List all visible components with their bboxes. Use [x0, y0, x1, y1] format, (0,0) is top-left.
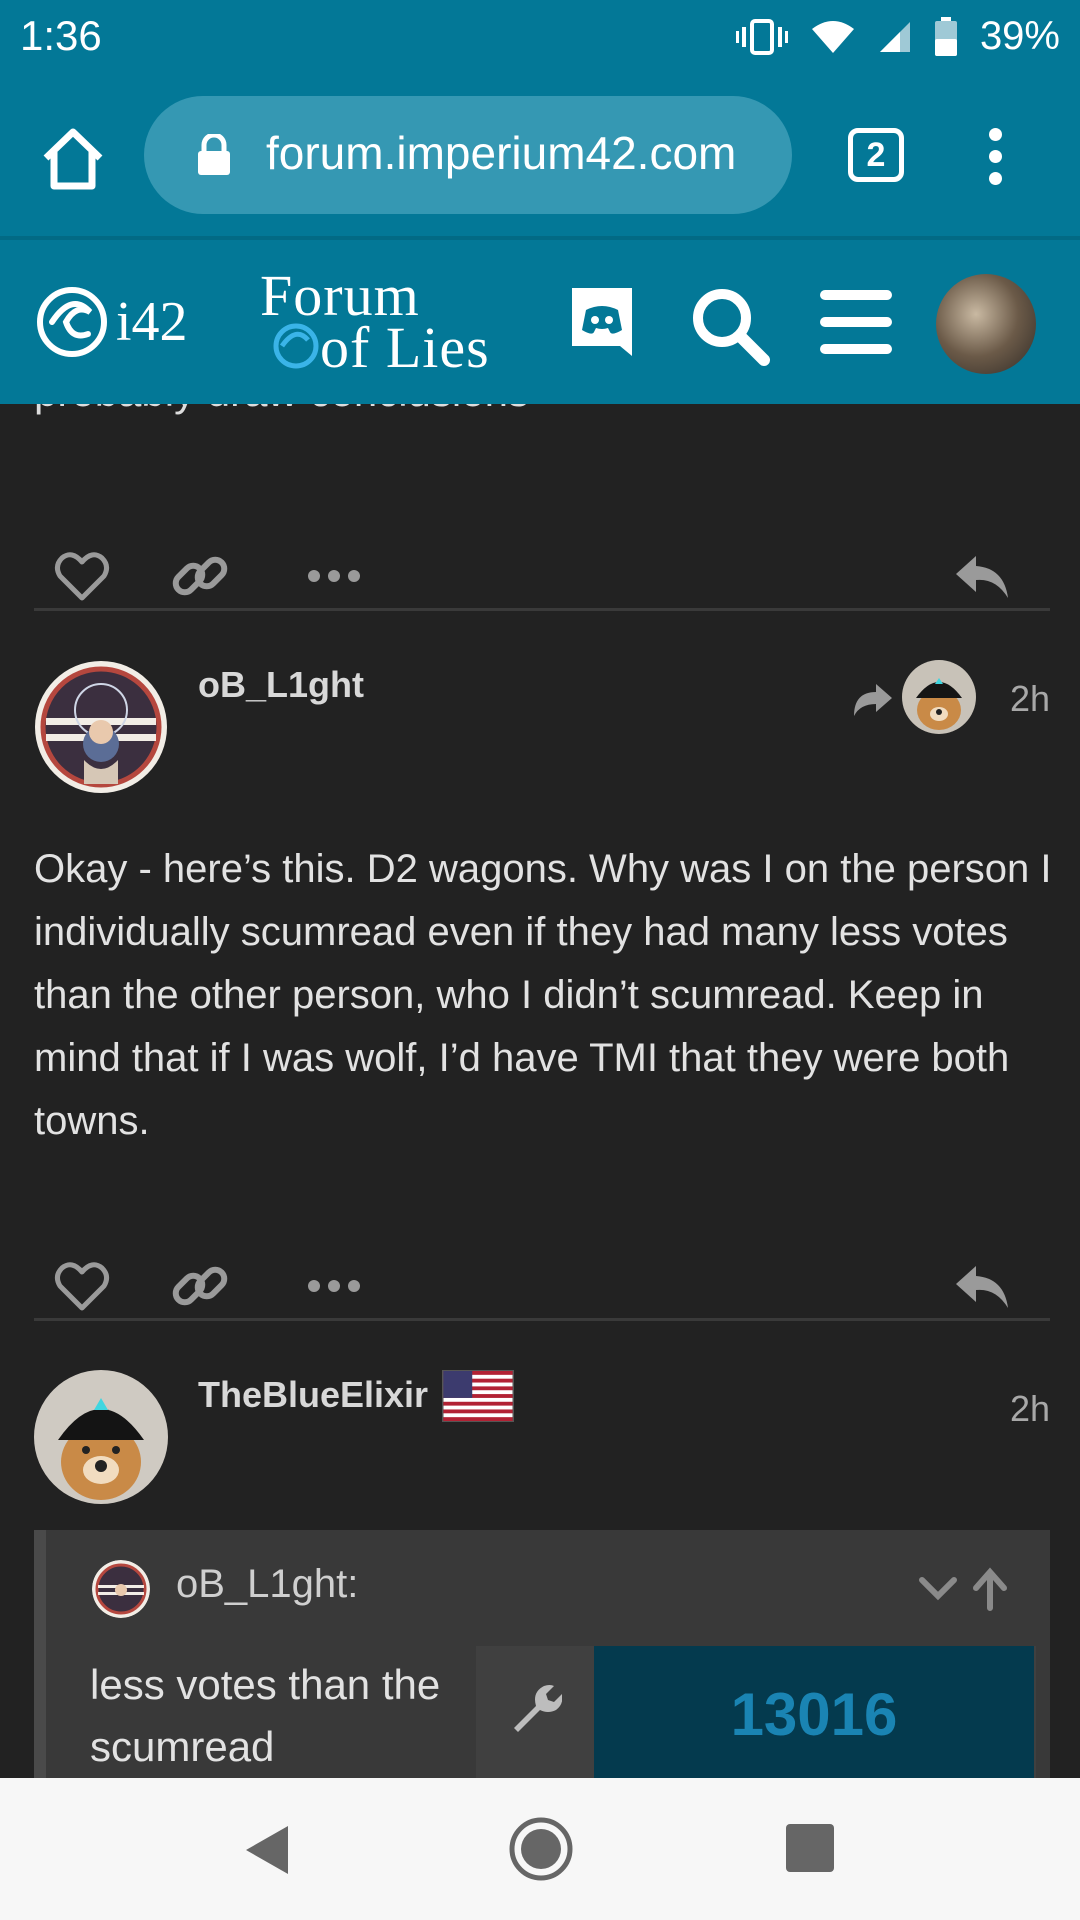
counter-panel: 13016 [594, 1646, 1034, 1778]
share-link-icon[interactable] [170, 546, 230, 606]
lock-icon [198, 134, 230, 175]
post-author-avatar[interactable] [34, 660, 168, 794]
reply-to-arrow-icon [854, 684, 892, 716]
browser-toolbar: forum.imperium42.com 2 [0, 76, 1080, 240]
post-actions [0, 1236, 1080, 1336]
like-heart-icon[interactable] [52, 1256, 112, 1316]
forum-title-line2: of Lies [320, 315, 490, 380]
tab-switcher-button[interactable]: 2 [848, 128, 904, 182]
home-icon[interactable] [38, 124, 108, 194]
i42-logo-text: i42 [116, 291, 188, 353]
swirl-emblem-icon [273, 323, 319, 369]
battery-percent: 39% [979, 14, 1060, 58]
post-author-name[interactable]: TheBlueElixir [198, 1374, 428, 1416]
current-user-avatar[interactable] [936, 274, 1036, 374]
post-actions [0, 526, 1080, 626]
expand-chevron-down-icon[interactable] [919, 1577, 957, 1601]
forum-of-lies-logo[interactable]: Forum of Lies [260, 262, 496, 382]
reply-icon[interactable] [952, 546, 1012, 606]
post-body: Okay - here’s this. D2 wagons. Why was I… [34, 847, 1052, 1143]
post-timestamp[interactable]: 2h [1010, 1388, 1050, 1430]
browser-menu-icon[interactable] [980, 128, 1010, 188]
address-bar[interactable]: forum.imperium42.com [144, 96, 792, 214]
more-options-icon[interactable] [304, 546, 364, 606]
url-text: forum.imperium42.com [266, 127, 737, 179]
post-author-avatar[interactable] [34, 1370, 168, 1504]
signal-icon [879, 21, 910, 52]
status-time: 1:36 [20, 12, 102, 59]
like-heart-icon[interactable] [52, 546, 112, 606]
post-divider [34, 608, 1050, 611]
previous-post-cutoff-text: probably draw conclusions [34, 404, 529, 416]
site-header: i42 Forum of Lies [0, 240, 1080, 404]
system-navigation-bar [0, 1778, 1080, 1920]
post-author-name[interactable]: oB_L1ght [198, 664, 364, 706]
quote-toggle-controls [919, 1567, 1007, 1611]
wifi-icon [811, 20, 854, 53]
home-nav-icon[interactable] [508, 1816, 574, 1882]
discord-icon[interactable] [566, 284, 638, 362]
counter-value: 13016 [730, 1681, 898, 1748]
share-link-icon[interactable] [170, 1256, 230, 1316]
search-icon[interactable] [688, 284, 772, 368]
quote-author-name: oB_L1ght: [176, 1562, 359, 1606]
battery-icon [934, 16, 957, 56]
post-divider [34, 1318, 1050, 1321]
overlay-counter-widget[interactable]: 13016 [476, 1646, 1036, 1778]
hamburger-menu-icon[interactable] [820, 290, 892, 354]
vibrate-icon [735, 18, 788, 55]
reply-icon[interactable] [952, 1256, 1012, 1316]
post-timestamp[interactable]: 2h [1010, 678, 1050, 720]
more-options-icon[interactable] [304, 1256, 364, 1316]
wrench-icon[interactable] [506, 1680, 562, 1736]
us-flag-icon [442, 1370, 514, 1422]
quote-author-avatar[interactable] [92, 1560, 150, 1618]
recent-apps-icon[interactable] [786, 1824, 834, 1872]
i42-logo[interactable]: i42 [32, 282, 222, 362]
back-icon[interactable] [244, 1824, 290, 1876]
status-bar: 1:36 39% [0, 0, 1080, 76]
reply-to-user-avatar[interactable] [902, 660, 976, 734]
post-stream: probably draw conclusions [0, 404, 1080, 1778]
status-icons: 39% [735, 14, 1060, 59]
jump-to-post-arrow-up-icon[interactable] [973, 1567, 1007, 1611]
